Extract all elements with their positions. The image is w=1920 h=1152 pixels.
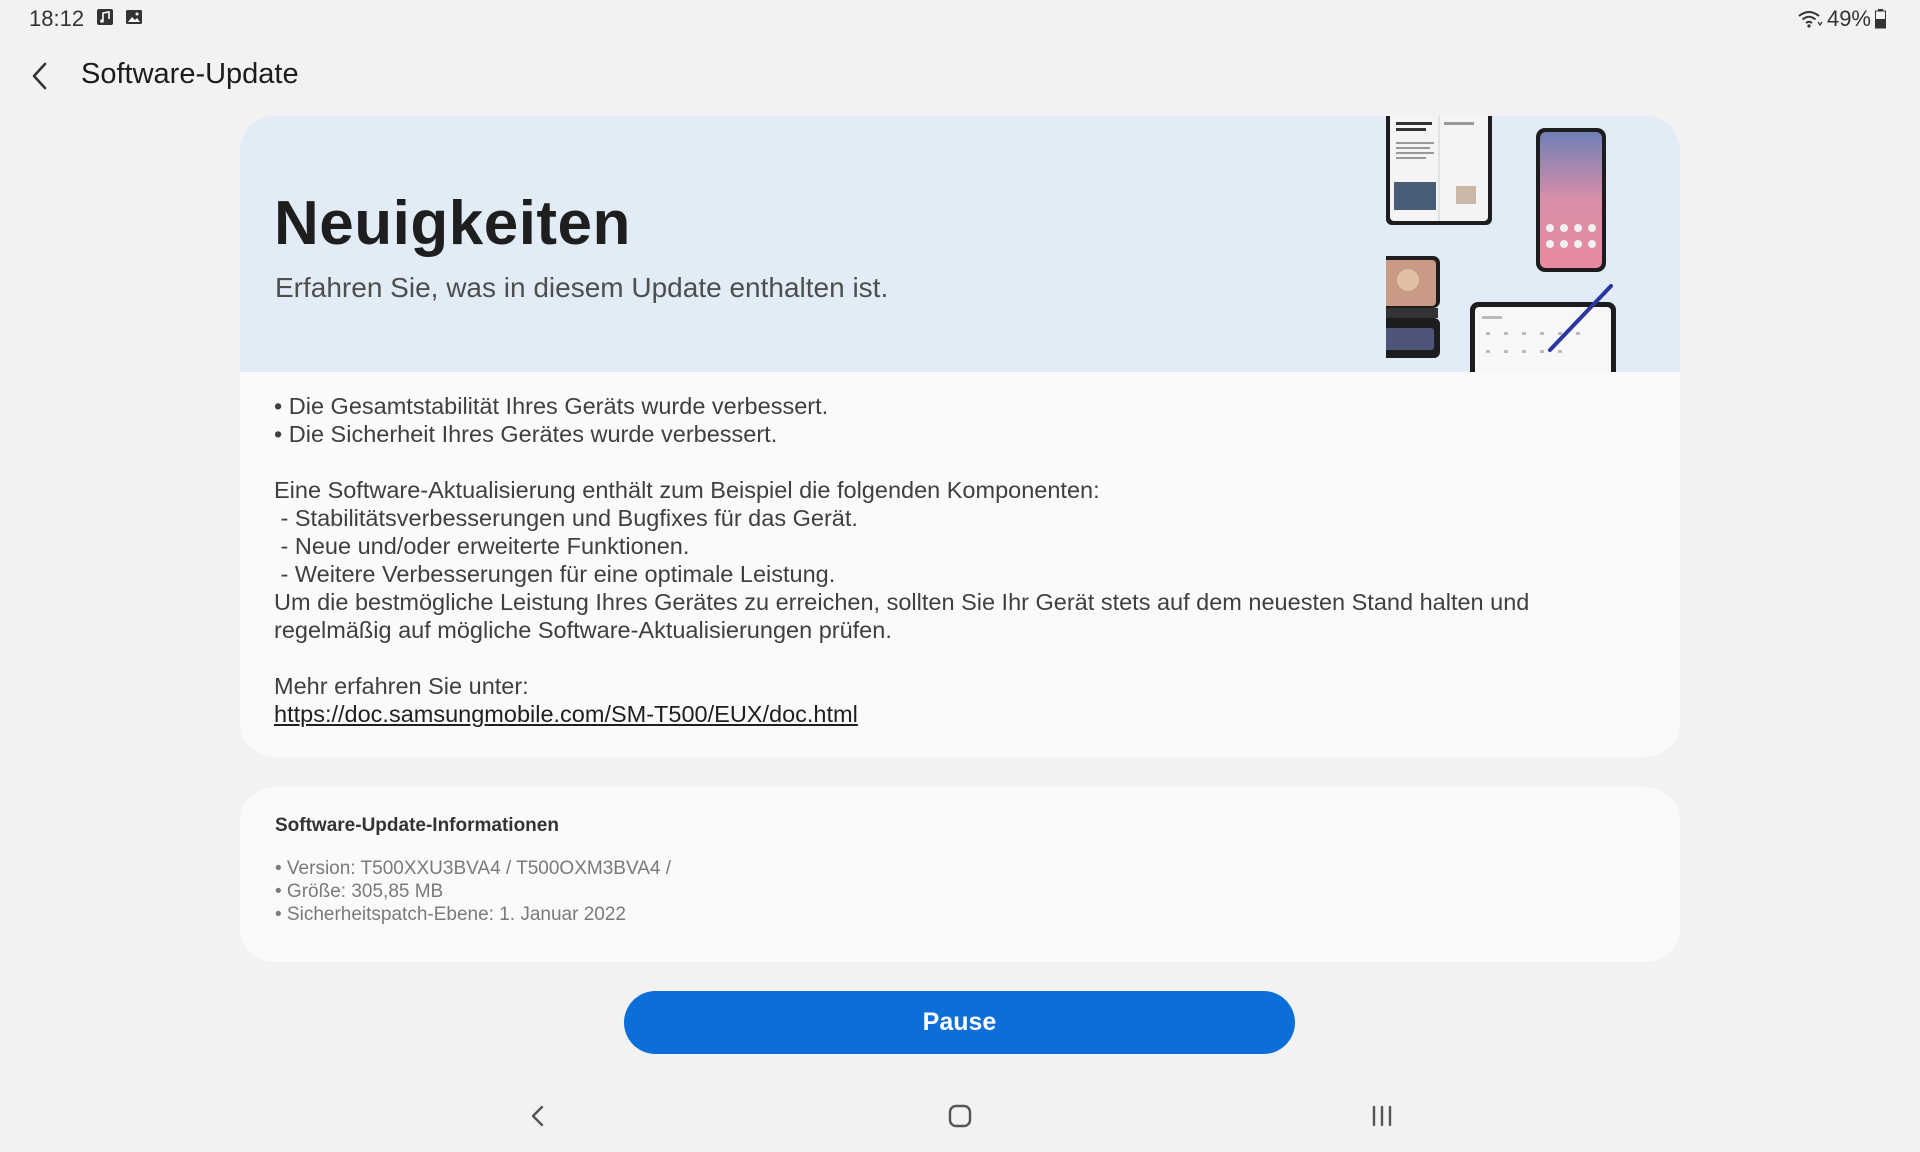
info-size: • Größe: 305,85 MB [275,881,444,902]
status-time: 18:12 [29,6,85,31]
nav-recents-button[interactable] [1360,1094,1404,1138]
doc-link[interactable]: https://doc.samsungmobile.com/SM-T500/EU… [274,701,858,727]
news-subtitle: Erfahren Sie, was in diesem Update entha… [275,272,889,303]
phone-illustration [1536,128,1606,272]
app-header: Software-Update [0,52,1920,100]
nav-home-button[interactable] [938,1094,982,1138]
news-line: - Weitere Verbesserungen für eine optima… [274,561,836,587]
foldable-open-illustration [1386,116,1492,225]
software-update-screen: 18:12 49% Software-Update Neuigkeiten Er… [0,0,1920,1152]
news-body: • Die Gesamtstabilität Ihres Geräts wurd… [274,392,1654,728]
nav-recents-icon [1372,1105,1392,1127]
music-notification-icon [97,9,113,25]
info-security-patch: • Sicherheitspatch-Ebene: 1. Januar 2022 [275,904,626,925]
status-bar: 18:12 49% [0,0,1920,36]
info-list: • Version: T500XXU3BVA4 / T500OXM3BVA4 /… [275,857,671,926]
info-title: Software-Update-Informationen [275,815,559,836]
status-right: 49% [1797,6,1886,32]
news-line: - Stabilitätsverbesserungen und Bugfixes… [274,505,858,531]
news-line: Um die bestmögliche Leistung Ihres Gerät… [274,589,1530,615]
news-line: Mehr erfahren Sie unter: [274,673,529,699]
nav-home-icon [948,1104,972,1128]
battery-percent: 49% [1826,6,1871,31]
news-line: - Neue und/oder erweiterte Funktionen. [274,533,690,559]
news-line: • Die Sicherheit Ihres Gerätes wurde ver… [274,421,778,447]
news-line: • Die Gesamtstabilität Ihres Geräts wurd… [274,393,829,419]
news-title: Neuigkeiten [274,189,631,258]
news-line: regelmäßig auf mögliche Software-Aktuali… [274,617,892,643]
info-version: • Version: T500XXU3BVA4 / T500OXM3BVA4 / [275,858,672,879]
update-info-card: Software-Update-Informationen • Version:… [240,787,1680,962]
news-banner: Neuigkeiten Erfahren Sie, was in diesem … [240,116,1680,372]
navigation-bar [0,1080,1920,1152]
news-card: Neuigkeiten Erfahren Sie, was in diesem … [240,116,1680,757]
nav-back-icon [531,1105,544,1127]
nav-back-button[interactable] [516,1094,560,1138]
chevron-left-icon [32,62,47,90]
tablet-illustration [1470,284,1616,372]
gallery-notification-icon [126,10,142,24]
page-title: Software-Update [81,58,299,90]
news-line [274,448,1654,476]
news-line [274,644,1654,672]
flip-phone-illustration [1386,256,1440,358]
wifi-icon [1798,11,1823,28]
news-line: Eine Software-Aktualisierung enthält zum… [274,477,1100,503]
devices-illustration [1386,116,1616,372]
battery-icon [1875,9,1886,29]
pause-button[interactable]: Pause [624,991,1295,1054]
back-button[interactable] [24,58,58,94]
